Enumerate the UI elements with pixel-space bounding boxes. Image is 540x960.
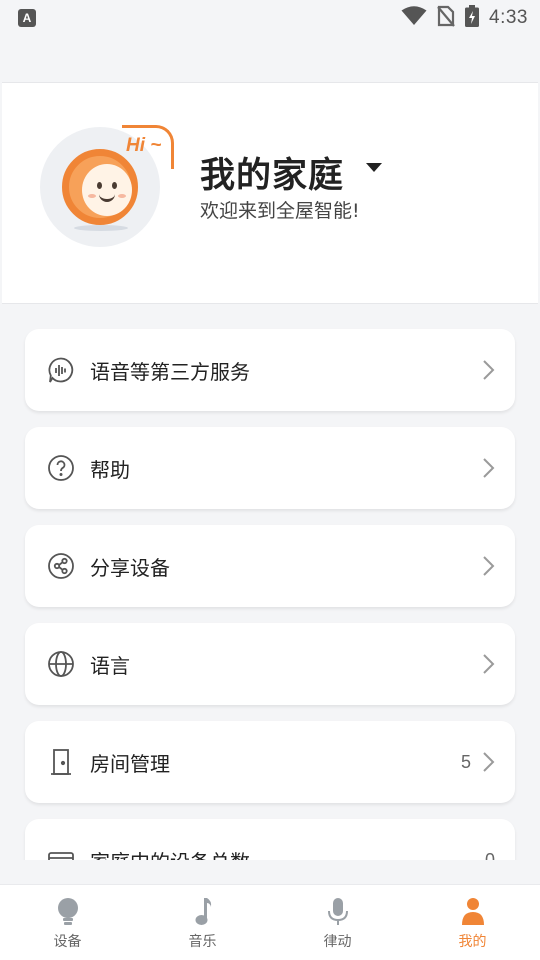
menu-item-device-total[interactable]: 家庭中的设备总数 0 bbox=[25, 819, 515, 860]
tab-label: 设备 bbox=[53, 934, 82, 950]
device-count: 0 bbox=[484, 849, 495, 861]
chevron-right-icon bbox=[481, 751, 495, 773]
wifi-icon bbox=[401, 6, 427, 30]
person-icon bbox=[458, 897, 488, 927]
tab-rhythm[interactable]: 律动 bbox=[270, 885, 405, 960]
chevron-right-icon bbox=[481, 555, 495, 577]
status-left: A bbox=[18, 9, 36, 27]
menu-item-help[interactable]: 帮助 bbox=[25, 427, 515, 509]
device-count-icon bbox=[47, 846, 75, 860]
menu-label: 分享设备 bbox=[90, 555, 170, 580]
door-icon bbox=[47, 748, 75, 776]
globe-icon bbox=[47, 650, 75, 678]
menu-item-third-party-voice[interactable]: 语音等第三方服务 bbox=[25, 329, 515, 411]
music-note-icon bbox=[188, 897, 218, 927]
greeting-badge: Hi ~ bbox=[126, 135, 162, 156]
menu-item-language[interactable]: 语言 bbox=[25, 623, 515, 705]
home-header-card: Hi ~ 我的家庭 欢迎来到全屋智能! bbox=[2, 82, 538, 304]
tab-music[interactable]: 音乐 bbox=[135, 885, 270, 960]
tab-label: 音乐 bbox=[188, 934, 217, 950]
home-title[interactable]: 我的家庭 bbox=[200, 147, 344, 198]
microphone-icon bbox=[323, 897, 353, 927]
status-bar: A 4:33 bbox=[0, 0, 540, 36]
settings-menu-list[interactable]: 语音等第三方服务 帮助 分享设备 语言 房间管理 5 0 bbox=[0, 300, 540, 860]
tab-label: 律动 bbox=[323, 934, 352, 950]
app-indicator-icon: A bbox=[18, 9, 36, 27]
tab-devices[interactable]: 设备 bbox=[0, 885, 135, 960]
chevron-right-icon bbox=[481, 653, 495, 675]
battery-charging-icon bbox=[465, 5, 480, 31]
status-right: 4:33 bbox=[401, 5, 528, 31]
home-subtitle: 欢迎来到全屋智能! bbox=[200, 200, 360, 222]
chevron-right-icon bbox=[481, 457, 495, 479]
chevron-right-icon bbox=[481, 359, 495, 381]
room-count: 5 bbox=[460, 751, 471, 772]
help-icon bbox=[47, 454, 75, 482]
menu-label: 语音等第三方服务 bbox=[90, 359, 250, 384]
menu-item-room-management[interactable]: 房间管理 5 bbox=[25, 721, 515, 803]
menu-label: 语言 bbox=[90, 653, 130, 678]
menu-item-share-device[interactable]: 分享设备 bbox=[25, 525, 515, 607]
bulb-icon bbox=[53, 897, 83, 927]
tab-label: 我的 bbox=[458, 934, 487, 950]
tab-me[interactable]: 我的 bbox=[405, 885, 540, 960]
menu-label: 帮助 bbox=[90, 457, 130, 482]
voice-service-icon bbox=[47, 356, 75, 384]
menu-label: 家庭中的设备总数 bbox=[90, 846, 250, 861]
status-time: 4:33 bbox=[489, 7, 528, 28]
share-icon bbox=[47, 552, 75, 580]
no-sim-icon bbox=[437, 5, 455, 31]
home-dropdown-caret-icon[interactable] bbox=[366, 163, 382, 172]
menu-label: 房间管理 bbox=[90, 751, 170, 776]
bottom-tab-bar: 设备 音乐 律动 我的 bbox=[0, 884, 540, 960]
